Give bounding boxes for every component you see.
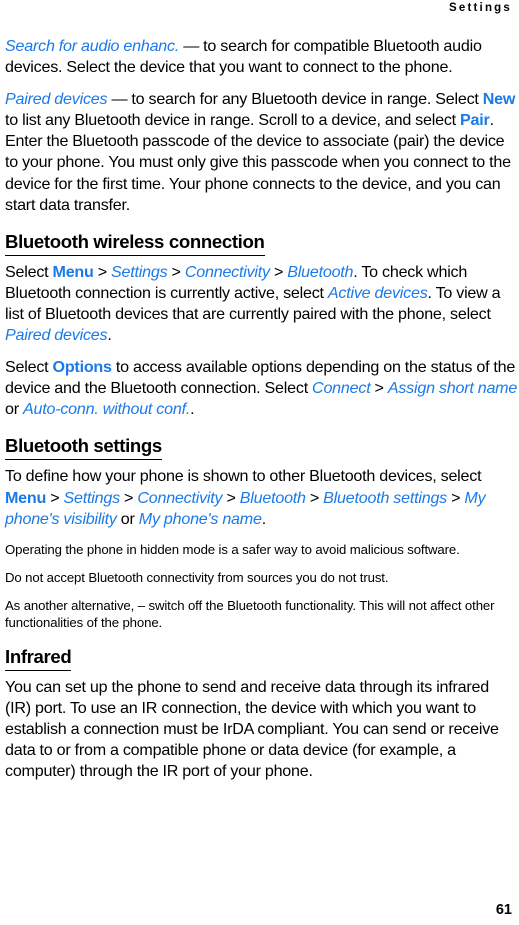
para-bt-wireless-1: Select Menu > Settings > Connectivity > … <box>5 262 518 346</box>
menu-path-separator: > <box>222 488 240 507</box>
text-run: . <box>107 326 112 345</box>
ui-menu-item-text: Connectivity <box>137 488 223 507</box>
menu-path-separator: > <box>93 262 112 281</box>
text-run: As another alternative, – switch off the… <box>5 597 495 630</box>
ui-menu-item-text: Connectivity <box>184 262 270 281</box>
menu-path-separator: > <box>305 488 324 507</box>
text-run: . <box>190 400 195 419</box>
ui-menu-item-text: Settings <box>111 262 168 281</box>
ui-menu-item-text: My phone's name <box>138 509 262 528</box>
ui-menu-item-text: Bluetooth settings <box>323 488 448 507</box>
running-header: Settings <box>449 2 512 14</box>
text-run: To define how your phone is shown to oth… <box>5 467 482 486</box>
heading-bluetooth-wireless-connection: Bluetooth wireless connection <box>5 231 265 256</box>
menu-path-separator: > <box>167 262 185 281</box>
ui-menu-item-text: Paired devices <box>5 90 108 109</box>
menu-path-separator: > <box>119 488 138 507</box>
note-switch-off: As another alternative, – switch off the… <box>5 597 518 631</box>
ui-menu-item-text: Bluetooth <box>239 488 306 507</box>
menu-path-separator: > <box>46 488 64 507</box>
text-run: to list any Bluetooth device in range. S… <box>5 111 461 130</box>
ui-command-text: Menu <box>5 488 47 507</box>
text-run: — to search for any Bluetooth device in … <box>107 90 483 109</box>
para-paired-devices: Paired devices — to search for any Bluet… <box>5 89 518 216</box>
ui-menu-item-text: Search for audio enhanc. <box>5 37 180 55</box>
ui-menu-item-text: Paired devices <box>5 326 108 345</box>
ui-command-text: Menu <box>52 262 94 281</box>
ui-command-text: Options <box>52 358 112 377</box>
ui-menu-item-text: Bluetooth <box>287 262 354 281</box>
heading-infrared: Infrared <box>5 646 72 671</box>
note-hidden-mode: Operating the phone in hidden mode is a … <box>5 541 518 558</box>
body-content: Search for audio enhanc. — to search for… <box>5 36 518 793</box>
para-search-audio: Search for audio enhanc. — to search for… <box>5 36 518 78</box>
text-run: or <box>5 400 23 419</box>
menu-path-separator: > <box>269 262 288 281</box>
ui-command-text: Pair <box>460 111 490 130</box>
text-run: Select <box>5 358 53 377</box>
menu-path-separator: > <box>447 488 465 507</box>
menu-path-separator: > <box>370 379 388 398</box>
text-run: You can set up the phone to send and rec… <box>5 677 499 781</box>
manual-page: Settings Search for audio enhanc. — to s… <box>0 0 519 925</box>
heading-bluetooth-settings: Bluetooth settings <box>5 435 162 461</box>
note-do-not-accept: Do not accept Bluetooth connectivity fro… <box>5 569 518 586</box>
text-run: Do not accept Bluetooth connectivity fro… <box>5 569 389 585</box>
text-run: . <box>261 509 267 528</box>
ui-menu-item-text: Settings <box>63 488 121 507</box>
page-number: 61 <box>495 902 512 918</box>
ui-menu-item-text: Connect <box>312 379 371 398</box>
text-run: Operating the phone in hidden mode is a … <box>5 541 460 557</box>
text-run: or <box>116 509 139 528</box>
ui-menu-item-text: Assign short name <box>387 379 518 398</box>
text-run: Select <box>5 262 53 281</box>
ui-command-text: New <box>482 90 516 109</box>
para-infrared-1: You can set up the phone to send and rec… <box>5 677 518 782</box>
para-bt-settings-1: To define how your phone is shown to oth… <box>5 466 518 529</box>
ui-menu-item-text: Active devices <box>327 283 428 302</box>
ui-menu-item-text: Auto-conn. without conf. <box>22 400 191 419</box>
para-bt-wireless-2: Select Options to access available optio… <box>5 357 518 420</box>
